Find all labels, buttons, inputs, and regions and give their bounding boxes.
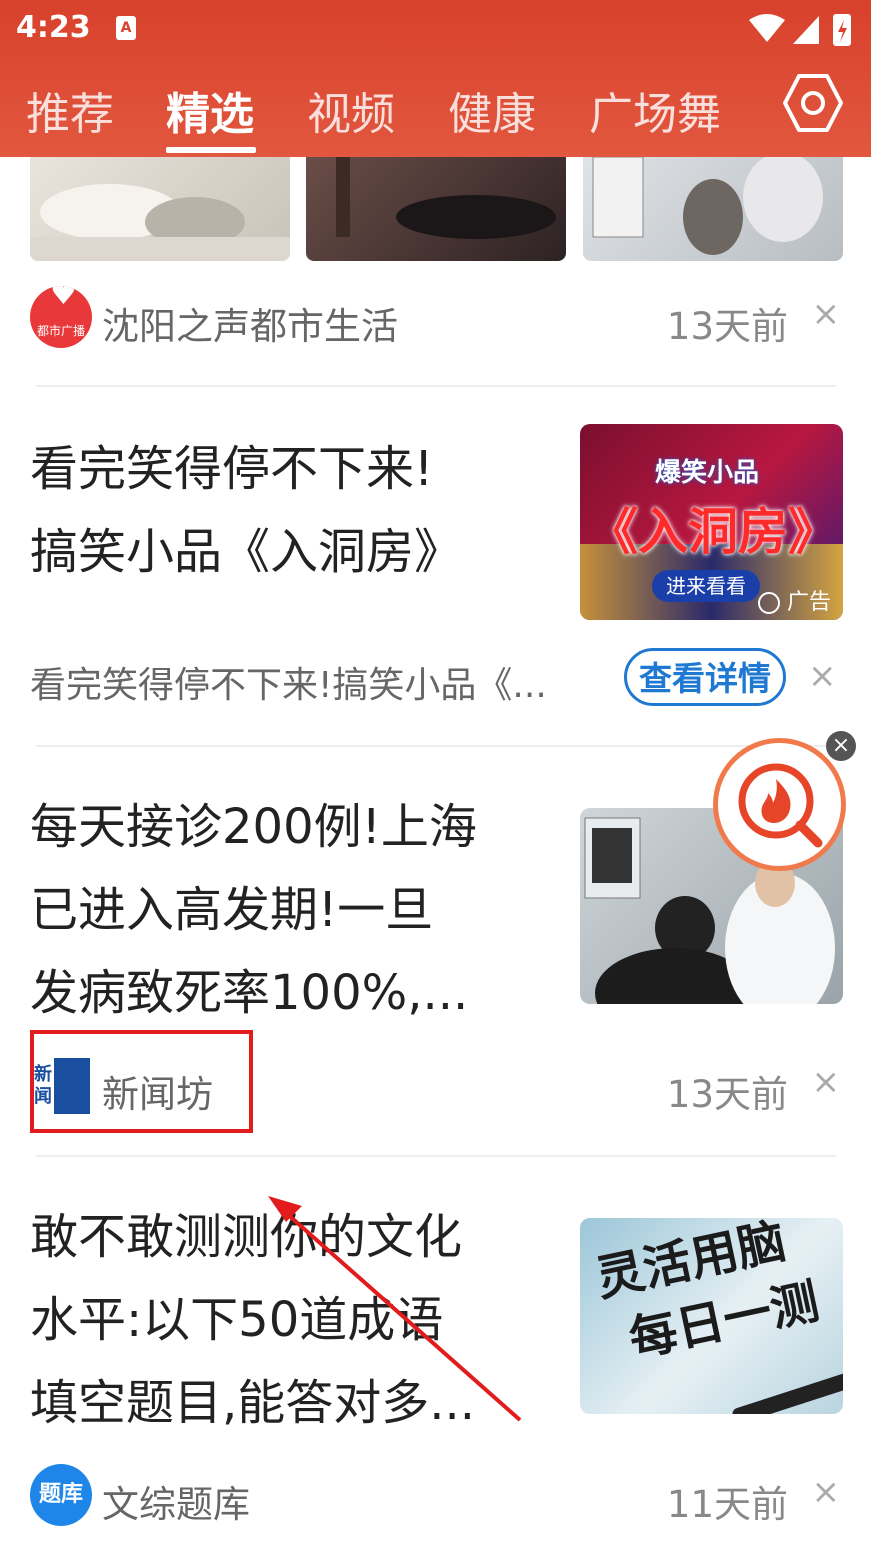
news-title-3[interactable]: 敢不敢测测你的文化 水平:以下50道成语 填空题目,能答对多... [30,1196,560,1445]
wifi-icon [749,14,785,42]
highlight-box [30,1030,253,1133]
notification-icon: A [116,16,136,40]
publish-time: 13天前 [666,305,788,348]
ad-thumbnail[interactable]: 爆笑小品 《入洞房》 进来看看 广告 [580,424,843,620]
news-image-2[interactable] [306,157,566,261]
tab-recommend[interactable]: 推荐 [26,78,114,142]
app-header: 4:23 A 推荐 精选 视频 健康 广场舞 [0,0,871,157]
tab-video[interactable]: 视频 [307,78,395,142]
source-logo-1: ♥ 都市广播 [30,286,92,348]
settings-icon[interactable] [782,72,844,134]
status-time: 4:23 [16,10,91,45]
active-tab-indicator [166,147,256,153]
divider [36,745,836,747]
news-source-row-1: ♥ 都市广播 沈阳之声都市生活 13天前 × [30,284,840,354]
status-bar: 4:23 A [0,0,871,62]
dismiss-icon[interactable]: × [812,1062,841,1102]
view-details-button[interactable]: 查看详情 [624,648,786,706]
dismiss-icon[interactable]: × [812,1472,841,1512]
divider [36,385,836,387]
dismiss-icon[interactable]: × [812,294,841,334]
float-close-button[interactable]: × [826,731,856,761]
publish-time: 11天前 [666,1483,788,1526]
tab-bar: 推荐 精选 视频 健康 广场舞 [0,62,871,157]
signal-icon [793,16,819,44]
ad-label: 广告 [758,584,831,616]
source-name[interactable]: 文综题库 [102,1474,250,1528]
tab-square-dance[interactable]: 广场舞 [589,78,721,142]
ad-icon [758,592,780,614]
source-name[interactable]: 沈阳之声都市生活 [102,296,398,350]
news-image-3[interactable] [583,157,843,261]
publish-time: 13天前 [666,1073,788,1116]
news-title-2[interactable]: 每天接诊200例!上海 已进入高发期!一旦 发病致死率100%,... [30,786,560,1035]
ad-title[interactable]: 看完笑得停不下来! 搞笑小品《入洞房》 [30,428,550,594]
news-thumbnail-3[interactable]: 灵活用脑 每日一测 [580,1218,843,1414]
news-image-1[interactable] [30,157,290,261]
tab-health[interactable]: 健康 [448,78,536,142]
hot-search-float-button[interactable] [713,738,846,871]
source-logo-3: 题库 [30,1464,92,1526]
dismiss-icon[interactable]: × [808,656,837,696]
pen-decoration [730,1366,843,1414]
news-source-row-3: 题库 文综题库 11天前 × [30,1462,840,1532]
ad-description[interactable]: 看完笑得停不下来!搞笑小品《... [30,656,600,708]
hot-search-icon [738,763,823,848]
divider [36,1155,836,1157]
tab-featured[interactable]: 精选 [166,78,254,142]
status-icons [749,14,851,46]
